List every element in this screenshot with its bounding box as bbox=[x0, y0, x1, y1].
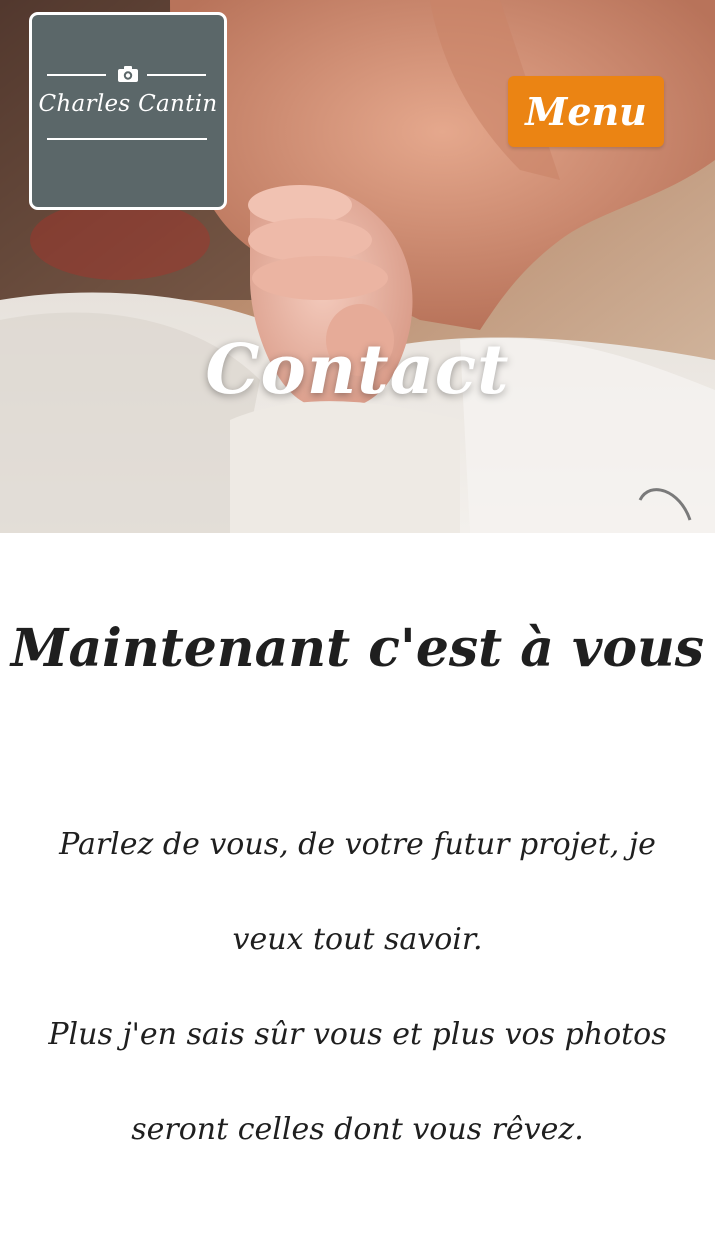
section-heading: Maintenant c'est à vous bbox=[10, 618, 705, 679]
hero-banner: Charles Cantin Menu Contact bbox=[0, 0, 715, 533]
camera-icon bbox=[118, 66, 138, 82]
menu-button[interactable]: Menu bbox=[508, 76, 664, 147]
logo-divider bbox=[47, 74, 106, 76]
site-logo[interactable]: Charles Cantin bbox=[29, 12, 227, 210]
page-title: Contact bbox=[205, 330, 510, 410]
logo-divider bbox=[47, 138, 207, 140]
logo-divider bbox=[147, 74, 206, 76]
intro-paragraph: Plus j'en sais sûr vous et plus vos phot… bbox=[48, 1017, 667, 1147]
intro-paragraph: Parlez de vous, de votre futur projet, j… bbox=[59, 827, 656, 957]
logo-text: Charles Cantin bbox=[38, 91, 218, 117]
